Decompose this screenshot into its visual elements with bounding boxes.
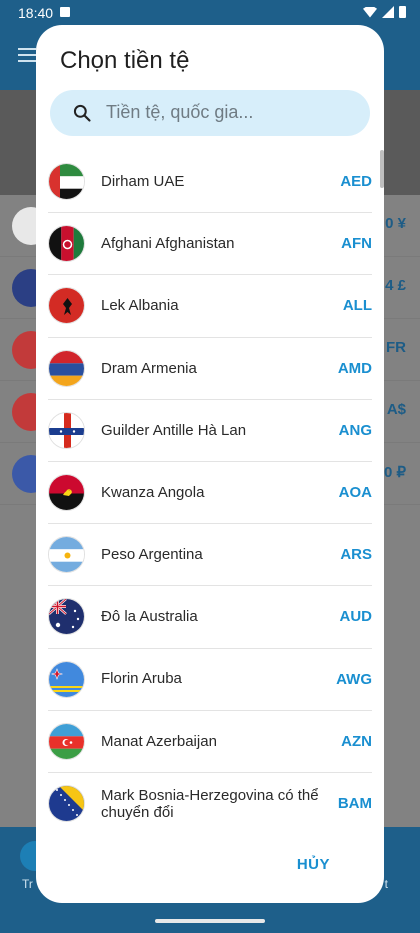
battery-icon [399,6,406,18]
currency-item-afn[interactable]: Afghani Afghanistan AFN [48,213,372,276]
currency-name: Florin Aruba [101,670,182,688]
navigation-handle[interactable] [155,919,265,923]
currency-code: AED [340,173,372,191]
currency-name: Afghani Afghanistan [101,235,235,253]
currency-name: Dirham UAE [101,172,185,190]
currency-code: BAM [337,795,372,813]
currency-name: Manat Azerbaijan [101,732,217,750]
status-bar: 18:40 [0,0,420,26]
currency-code: AZN [341,732,372,750]
search-bar[interactable] [50,90,370,136]
status-icons [363,6,406,18]
currency-item-aed[interactable]: Dirham UAE AED [48,151,372,214]
background-value: 0 ¥ [385,215,406,232]
currency-code: ALL [342,297,372,315]
dialog-title: Chọn tiền tệ [60,47,190,74]
currency-item-aoa[interactable]: Kwanza Angola AOA [48,462,372,525]
currency-code: AOA [338,484,372,502]
currency-item-aud[interactable]: Đô la Australia AUD [48,586,373,649]
notification-icon [60,7,70,17]
afghanistan-flag-icon [48,225,85,263]
currency-item-all[interactable]: Lek Albania ALL [48,275,372,338]
menu-icon [18,48,36,62]
background-value: 4 £ [385,277,406,294]
currency-item-amd[interactable]: Dram Armenia AMD [48,338,372,400]
search-icon [73,104,91,122]
netherlands-antilles-flag-icon [48,411,85,449]
aruba-flag-icon [48,660,85,698]
azerbaijan-flag-icon [48,722,85,760]
currency-name: Dram Armenia [101,359,197,377]
currency-code: AFN [341,235,372,253]
argentina-flag-icon [48,536,85,574]
currency-item-awg[interactable]: Florin Aruba AWG [48,649,372,711]
currency-name: Đô la Australia [101,608,198,626]
currency-name: Mark Bosnia-Herzegovina có thể chuyển đổ… [101,786,319,821]
currency-code: AWG [336,670,372,688]
currency-item-ang[interactable]: Guilder Antille Hà Lan ANG [48,400,372,462]
currency-item-ars[interactable]: Peso Argentina ARS [48,524,372,587]
albania-flag-icon [48,287,85,325]
scrollbar[interactable] [380,150,384,188]
currency-code: ANG [338,421,372,439]
currency-name: Peso Argentina [101,546,203,564]
currency-item-azn[interactable]: Manat Azerbaijan AZN [48,711,372,773]
currency-list: Dirham UAE AED Afghani Afghanistan AFN L… [48,151,372,831]
currency-code: ARS [340,546,372,564]
wifi-icon [363,6,377,18]
status-time: 18:40 [18,5,54,21]
currency-picker-dialog: Chọn tiền tệ Dirham UAE AED Afghani Afgh… [36,25,384,903]
currency-code: AMD [337,359,372,377]
background-value: FR [386,339,406,356]
uae-flag-icon [48,163,85,200]
angola-flag-icon [48,473,85,511]
currency-name: Kwanza Angola [101,483,205,501]
background-value: 0 ₽ [383,464,406,481]
background-tab-label: Tr [22,877,33,891]
search-input[interactable] [106,102,356,123]
signal-icon [382,6,394,18]
currency-code: AUD [339,608,373,626]
currency-name: Lek Albania [101,297,179,315]
currency-name: Guilder Antille Hà Lan [101,421,247,439]
background-tab-label: t [384,877,388,891]
background-value: A$ [386,401,406,418]
currency-item-bam[interactable]: Mark Bosnia-Herzegovina có thể chuyển đổ… [48,773,372,835]
cancel-button[interactable]: HỦY [297,856,330,873]
australia-flag-icon [48,598,85,636]
bosnia-flag-icon [48,784,85,822]
armenia-flag-icon [48,349,85,387]
